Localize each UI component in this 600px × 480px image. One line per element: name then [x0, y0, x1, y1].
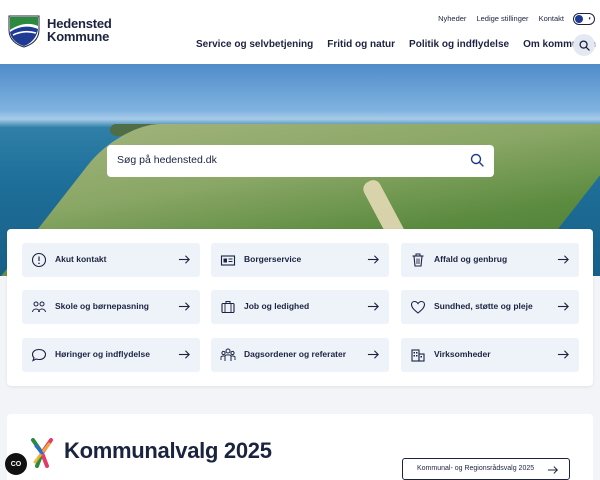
- arrow-right-icon: [557, 302, 569, 311]
- quick-link-label: Dagsordener og referater: [244, 349, 347, 359]
- quick-link-label: Job og ledighed: [244, 301, 310, 311]
- quick-link-hoeringer-og-indflydelse[interactable]: Høringer og indflydelse: [22, 338, 200, 372]
- quick-link-job-og-ledighed[interactable]: Job og ledighed: [211, 290, 389, 324]
- link-nyheder[interactable]: Nyheder: [438, 14, 466, 23]
- arrow-right-icon: [557, 255, 569, 264]
- quick-link-label: Virksomheder: [434, 349, 491, 359]
- people-icon: [220, 348, 236, 361]
- quick-link-label: Borgerservice: [244, 254, 302, 264]
- trash-icon: [412, 253, 424, 267]
- quick-link-label: Høringer og indflydelse: [55, 349, 150, 359]
- quick-link-skole-og-boernepasning[interactable]: Skole og børnepasning: [22, 290, 200, 324]
- quick-link-virksomheder[interactable]: Virksomheder: [401, 338, 579, 372]
- arrow-right-icon: [367, 350, 379, 359]
- election-title: Kommunalvalg 2025: [64, 438, 272, 463]
- election-section: Kommunalvalg 2025 Kommunal- og Regionsrå…: [7, 414, 593, 480]
- quick-link-affald-og-genbrug[interactable]: Affald og genbrug: [401, 243, 579, 277]
- arrow-right-icon: [178, 350, 190, 359]
- search-placeholder: Søg på hedensted.dk: [117, 154, 217, 166]
- brand-name[interactable]: Hedensted Kommune: [47, 17, 112, 43]
- quick-link-dagsordener-og-referater[interactable]: Dagsordener og referater: [211, 338, 389, 372]
- quick-links-card: Akut kontakt Borgerservice Affald og gen…: [7, 229, 593, 386]
- quick-link-label: Akut kontakt: [55, 254, 107, 264]
- election-logo-icon: [31, 438, 53, 468]
- header-search-button[interactable]: [573, 34, 595, 56]
- link-ledige-stillinger[interactable]: Ledige stillinger: [476, 14, 528, 23]
- briefcase-icon: [221, 301, 235, 314]
- nav-service-og-selvbetjening[interactable]: Service og selvbetjening: [196, 39, 313, 50]
- arrow-right-icon: [557, 350, 569, 359]
- quick-link-label: Skole og børnepasning: [55, 301, 149, 311]
- search-input[interactable]: Søg på hedensted.dk: [107, 145, 494, 177]
- alert-circle-icon: [31, 252, 47, 268]
- brand-line-2: Kommune: [47, 29, 110, 44]
- arrow-right-icon: [367, 302, 379, 311]
- contrast-toggle[interactable]: ◐: [573, 13, 595, 25]
- election-button[interactable]: Kommunal- og Regionsrådsvalg 2025: [402, 458, 570, 480]
- arrow-right-icon: [367, 255, 379, 264]
- election-button-label: Kommunal- og Regionsrådsvalg 2025: [417, 465, 535, 472]
- nav-politik-og-indflydelse[interactable]: Politik og indflydelse: [409, 39, 509, 50]
- contrast-icon: ◐: [588, 16, 592, 22]
- search-icon[interactable]: [470, 153, 484, 167]
- quick-link-label: Sundhed, støtte og pleje: [434, 301, 533, 311]
- nav-fritid-og-natur[interactable]: Fritid og natur: [327, 39, 395, 50]
- utility-nav: Nyheder Ledige stillinger Kontakt: [438, 14, 564, 23]
- main-nav: Service og selvbetjening Fritid og natur…: [196, 39, 596, 50]
- children-icon: [32, 301, 46, 313]
- search-icon: [578, 39, 590, 51]
- quick-link-akut-kontakt[interactable]: Akut kontakt: [22, 243, 200, 277]
- speech-bubble-icon: [31, 348, 47, 362]
- hedensted-logo-icon[interactable]: [7, 14, 41, 48]
- arrow-right-icon: [178, 255, 190, 264]
- id-card-icon: [220, 255, 236, 266]
- site-header: Hedensted Kommune Nyheder Ledige stillin…: [0, 0, 600, 64]
- quick-link-sundhed-stoette-og-pleje[interactable]: Sundhed, støtte og pleje: [401, 290, 579, 324]
- cookie-settings-button[interactable]: CO: [5, 453, 27, 475]
- toggle-knob: [575, 15, 583, 23]
- quick-link-label: Affald og genbrug: [434, 254, 508, 264]
- heart-icon: [410, 300, 426, 314]
- arrow-right-icon: [547, 466, 559, 474]
- arrow-right-icon: [178, 302, 190, 311]
- link-kontakt[interactable]: Kontakt: [539, 14, 564, 23]
- building-icon: [411, 349, 425, 362]
- quick-link-borgerservice[interactable]: Borgerservice: [211, 243, 389, 277]
